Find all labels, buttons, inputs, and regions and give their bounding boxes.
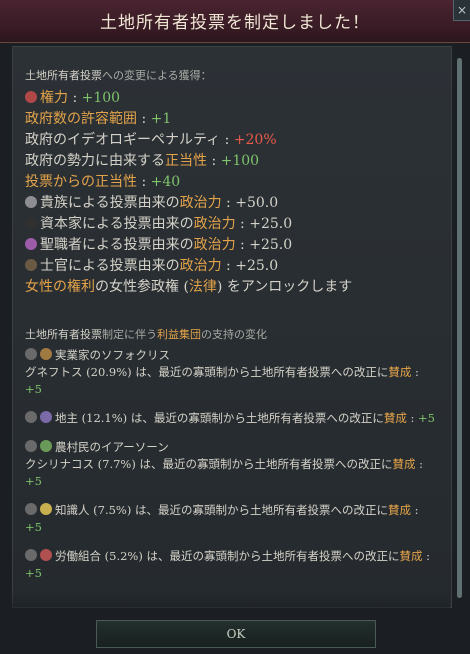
- leader-icon: [25, 411, 37, 423]
- leader-icon: [25, 440, 37, 452]
- scrollbar-track[interactable]: [457, 58, 462, 598]
- interest-groups-header: 土地所有者投票制定に伴う利益集団の支持の変化: [25, 328, 267, 341]
- effect-officers: 士官による投票由来の政治力 : +25.0: [25, 256, 435, 277]
- effect-legitimacy-gov: 政府の勢力に由来する正当性 : +100: [25, 153, 260, 169]
- authority-icon: [25, 91, 37, 103]
- leader-icon: [25, 503, 37, 515]
- dialog-title: 土地所有者投票を制定しました！: [100, 13, 370, 33]
- ig-industrialists: 実業家のソフォクリス グネフトス (20.9%) は、最近の寡頭制から土地所有者…: [25, 348, 419, 396]
- leader-icon: [25, 549, 37, 561]
- intelligentsia-icon: [40, 503, 52, 515]
- scrollbar-thumb[interactable]: [457, 58, 462, 598]
- effect-clergy: 聖職者による投票由来の政治力 : +25.0: [25, 235, 435, 256]
- aristocrats-icon: [25, 196, 37, 208]
- capitalists-icon: [25, 217, 37, 229]
- rural-folk-icon: [40, 440, 52, 452]
- title-bar: 土地所有者投票を制定しました！ ×: [0, 0, 470, 43]
- ig-rural-folk: 農村民のイアーソーン クシリナコス (7.7%) は、最近の寡頭制から土地所有者…: [25, 440, 424, 488]
- industrialists-icon: [40, 348, 52, 360]
- leader-icon: [25, 348, 37, 360]
- trade-unions-icon: [40, 549, 52, 561]
- effect-aristocrats: 貴族による投票由来の政治力 : +50.0: [25, 193, 435, 214]
- close-icon: ×: [456, 3, 468, 17]
- effect-legitimacy-vote: 投票からの正当性 : +40: [25, 174, 181, 190]
- ig-intelligentsia: 知識人 (7.5%) は、最近の寡頭制から土地所有者投票への改正に賛成 : +5: [25, 503, 419, 534]
- effect-ideology: 政府のイデオロギーペナルティ : +20%: [25, 132, 277, 148]
- gains-header: 土地所有者投票への変更による獲得：: [25, 69, 212, 82]
- clergy-icon: [25, 238, 37, 250]
- ig-landowners: 地主 (12.1%) は、最近の寡頭制から土地所有者投票への改正に賛成 : +5: [25, 410, 435, 427]
- ok-button[interactable]: OK: [96, 620, 376, 648]
- dialog-content: 土地所有者投票への変更による獲得： 権力 : +100 政府数の許容範囲 : +…: [12, 46, 452, 608]
- content-fade: [12, 590, 450, 620]
- effect-gov-size: 政府数の許容範囲 : +1: [25, 111, 172, 127]
- effect-authority: 権力 : +100: [25, 88, 435, 109]
- landowners-icon: [40, 411, 52, 423]
- ig-trade-unions: 労働組合 (5.2%) は、最近の寡頭制から土地所有者投票への改正に賛成 : +…: [25, 549, 431, 580]
- officers-icon: [25, 259, 37, 271]
- effect-unlock: 女性の権利の女性参政権 (法律) をアンロックします: [25, 279, 353, 295]
- effect-capitalists: 資本家による投票由来の政治力 : +25.0: [25, 214, 435, 235]
- close-button[interactable]: ×: [453, 0, 470, 21]
